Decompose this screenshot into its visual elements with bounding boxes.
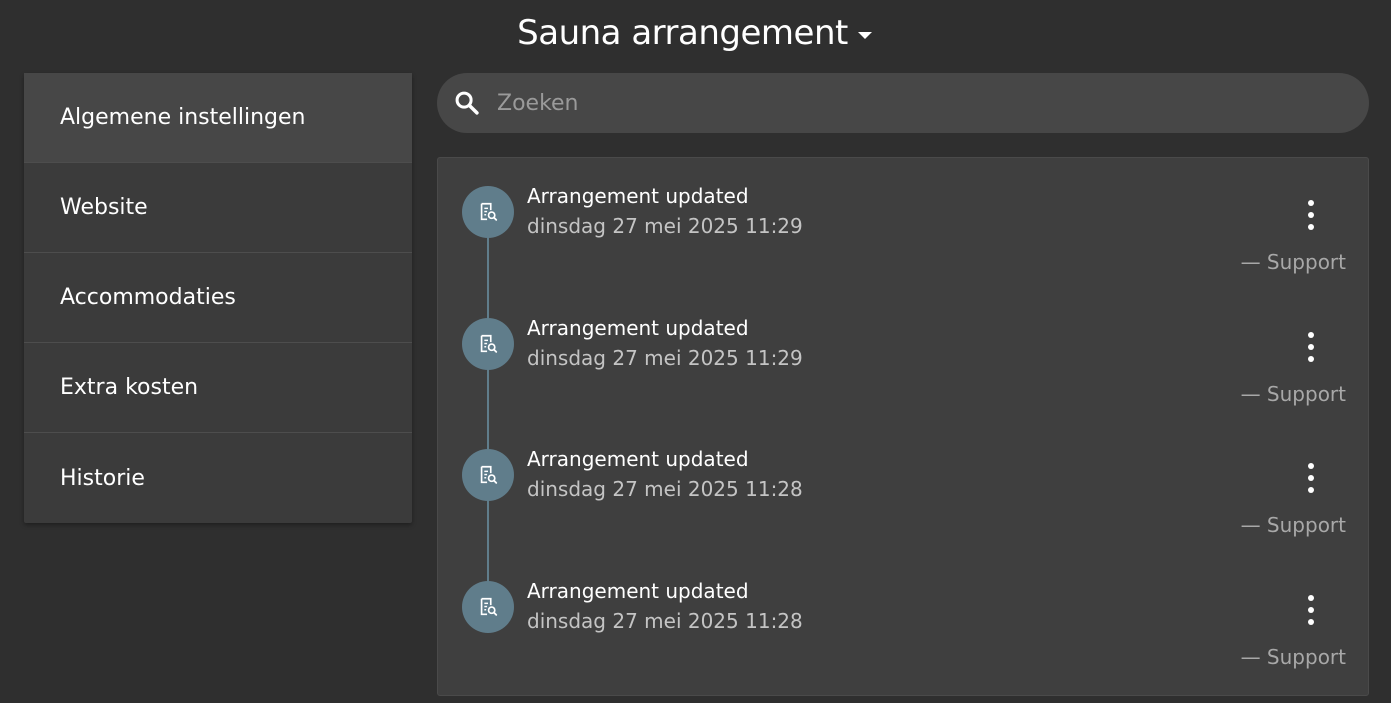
- more-vert-icon[interactable]: [1300, 595, 1322, 625]
- entry-date: dinsdag 27 mei 2025 11:29: [527, 214, 803, 238]
- sidebar: Algemene instellingen Website Accommodat…: [24, 73, 412, 523]
- entry-title: Arrangement updated: [527, 447, 749, 471]
- more-vert-icon[interactable]: [1300, 332, 1322, 362]
- more-vert-icon[interactable]: [1300, 200, 1322, 230]
- sidebar-item-label: Historie: [60, 465, 145, 491]
- sidebar-item-historie[interactable]: Historie: [24, 433, 412, 523]
- sidebar-item-website[interactable]: Website: [24, 163, 412, 253]
- entry-author: — Support: [1240, 382, 1346, 406]
- sidebar-item-extra-kosten[interactable]: Extra kosten: [24, 343, 412, 433]
- timeline-entry: Arrangement updated dinsdag 27 mei 2025 …: [438, 158, 1370, 290]
- document-search-icon: [462, 318, 514, 370]
- search-input[interactable]: [495, 89, 1369, 117]
- document-search-icon: [462, 449, 514, 501]
- sidebar-item-label: Accommodaties: [60, 285, 236, 310]
- sidebar-item-label: Extra kosten: [60, 375, 199, 400]
- entry-author: — Support: [1240, 645, 1346, 669]
- document-search-icon: [462, 581, 514, 633]
- page-title: Sauna arrangement: [517, 13, 848, 53]
- search-icon[interactable]: [453, 89, 481, 117]
- entry-date: dinsdag 27 mei 2025 11:28: [527, 477, 803, 501]
- entry-title: Arrangement updated: [527, 184, 749, 208]
- entry-date: dinsdag 27 mei 2025 11:29: [527, 346, 803, 370]
- sidebar-item-label: Algemene instellingen: [60, 105, 306, 130]
- search-bar: [437, 73, 1369, 133]
- timeline-entry: Arrangement updated dinsdag 27 mei 2025 …: [438, 290, 1370, 422]
- arrangement-selector[interactable]: Sauna arrangement: [517, 13, 872, 53]
- more-vert-icon[interactable]: [1300, 463, 1322, 493]
- entry-author: — Support: [1240, 513, 1346, 537]
- timeline-entry: Arrangement updated dinsdag 27 mei 2025 …: [438, 553, 1370, 685]
- entry-title: Arrangement updated: [527, 316, 749, 340]
- entry-author: — Support: [1240, 250, 1346, 274]
- timeline-entry: Arrangement updated dinsdag 27 mei 2025 …: [438, 421, 1370, 553]
- caret-down-icon: [857, 31, 872, 39]
- sidebar-item-accommodaties[interactable]: Accommodaties: [24, 253, 412, 343]
- sidebar-item-algemene-instellingen[interactable]: Algemene instellingen: [24, 73, 412, 163]
- sidebar-item-label: Website: [60, 195, 148, 220]
- entry-date: dinsdag 27 mei 2025 11:28: [527, 609, 803, 633]
- document-search-icon: [462, 186, 514, 238]
- header: Sauna arrangement: [0, 0, 1391, 66]
- entry-title: Arrangement updated: [527, 579, 749, 603]
- history-timeline: Arrangement updated dinsdag 27 mei 2025 …: [437, 157, 1369, 696]
